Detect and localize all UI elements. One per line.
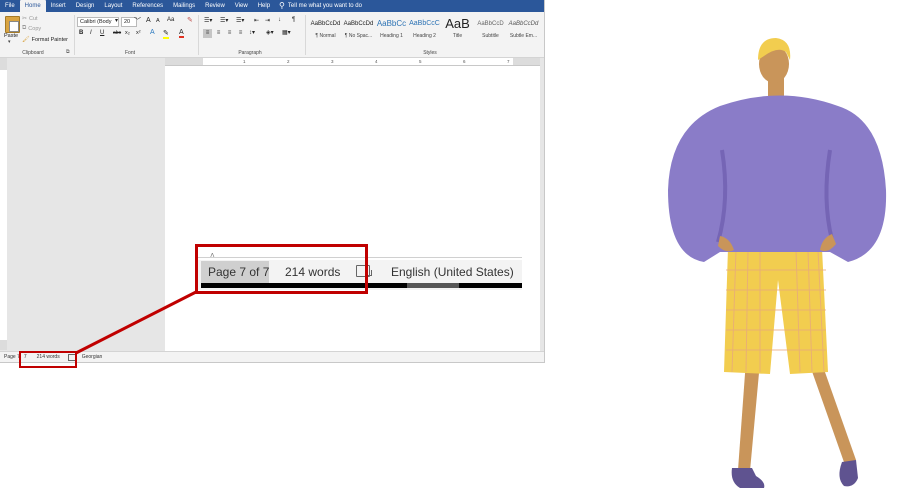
pants — [724, 248, 828, 374]
left-shoe — [731, 468, 765, 488]
right-shoe — [839, 460, 858, 487]
person-illustration — [668, 38, 887, 488]
left-leg — [738, 360, 760, 471]
right-leg — [808, 358, 856, 465]
sweater — [668, 95, 887, 262]
